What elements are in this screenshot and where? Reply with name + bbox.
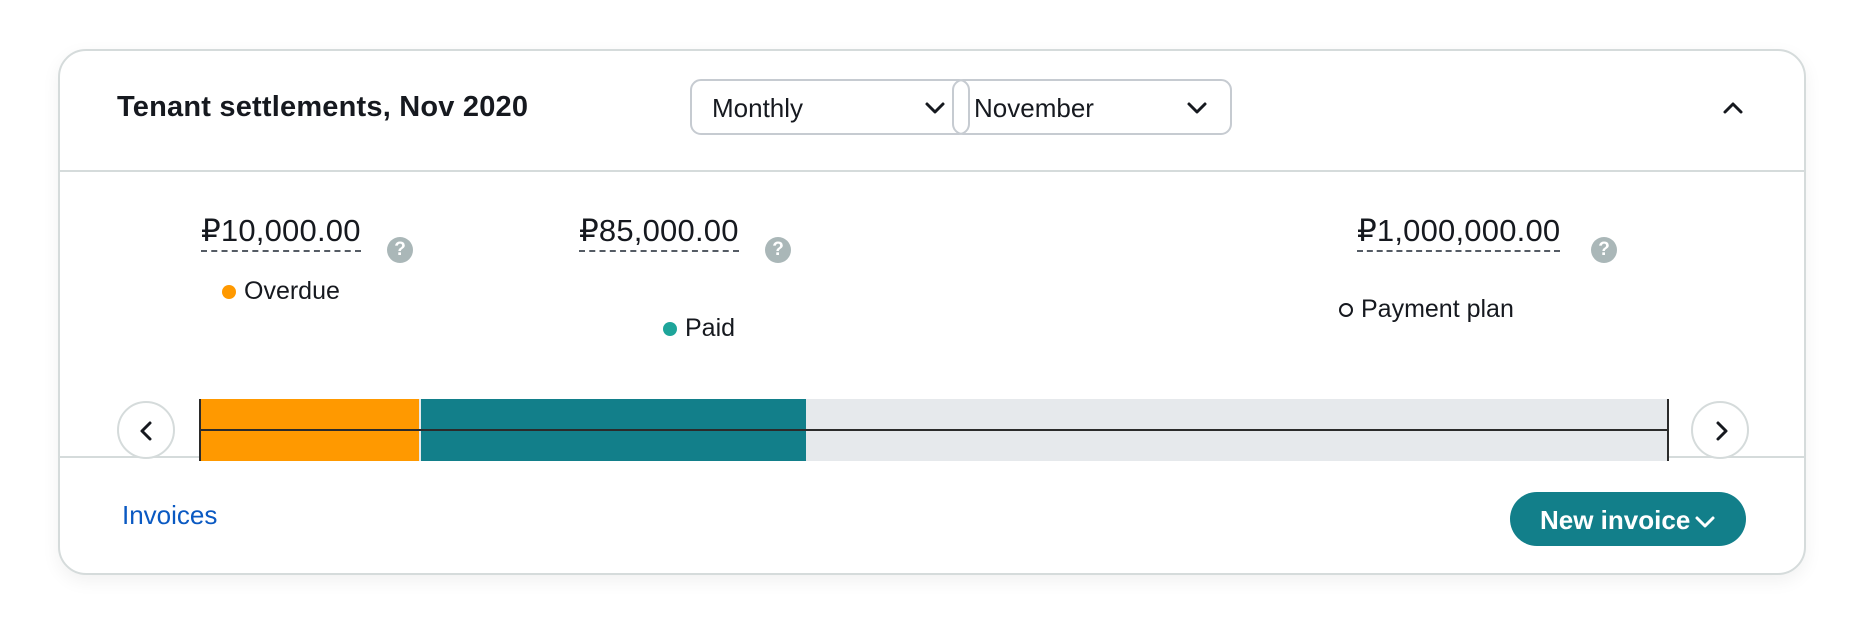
bar-axis-line (200, 429, 1668, 431)
month-select[interactable]: November (952, 79, 1232, 135)
period-select-value: Monthly (712, 93, 804, 123)
settlements-progress-bar (199, 399, 1669, 461)
invoices-link[interactable]: Invoices (122, 500, 217, 531)
overdue-legend: Overdue (222, 277, 340, 306)
chevron-right-icon (1716, 421, 1728, 441)
chevron-down-icon (1186, 97, 1208, 124)
card-title: Tenant settlements, Nov 2020 (117, 91, 529, 123)
chevron-up-icon (1722, 102, 1744, 123)
help-icon[interactable]: ? (387, 237, 413, 263)
previous-button[interactable] (117, 401, 175, 459)
chevron-down-icon (1694, 510, 1716, 541)
card-header: Tenant settlements, Nov 2020 Monthly Nov… (60, 51, 1804, 172)
payment-plan-legend: Payment plan (1339, 295, 1514, 324)
payment-plan-amount[interactable]: ₽1,000,000.00 (1357, 213, 1561, 252)
help-icon[interactable]: ? (1591, 237, 1617, 263)
paid-dot-icon (663, 321, 677, 336)
paid-legend-label: Paid (685, 314, 736, 342)
payment-plan-dot-icon (1339, 302, 1353, 317)
tenant-settlements-card: Tenant settlements, Nov 2020 Monthly Nov… (58, 49, 1806, 575)
help-icon[interactable]: ? (765, 237, 791, 263)
month-select-value: November (974, 93, 1094, 123)
paid-amount[interactable]: ₽85,000.00 (579, 213, 739, 252)
payment-plan-legend-label: Payment plan (1361, 295, 1514, 323)
paid-legend: Paid (663, 314, 735, 343)
chevron-left-icon (140, 421, 152, 441)
paid-amount-value: ₽85,000.00 (579, 213, 739, 252)
overdue-legend-label: Overdue (244, 277, 340, 305)
period-select[interactable]: Monthly (690, 79, 970, 135)
bar-start-tick (199, 399, 201, 461)
bar-end-tick (1667, 399, 1669, 461)
settlements-summary: ₽10,000.00 ? Overdue ₽85,000.00 ? Paid ₽… (60, 172, 1804, 461)
new-invoice-button-label: New invoice (1540, 505, 1691, 535)
payment-plan-amount-value: ₽1,000,000.00 (1357, 213, 1561, 252)
next-button[interactable] (1691, 401, 1749, 459)
overdue-dot-icon (222, 284, 236, 299)
collapse-button[interactable] (1722, 97, 1744, 124)
overdue-amount[interactable]: ₽10,000.00 (201, 213, 361, 252)
new-invoice-button[interactable]: New invoice (1510, 492, 1746, 546)
chevron-down-icon (924, 97, 946, 124)
overdue-amount-value: ₽10,000.00 (201, 213, 361, 252)
